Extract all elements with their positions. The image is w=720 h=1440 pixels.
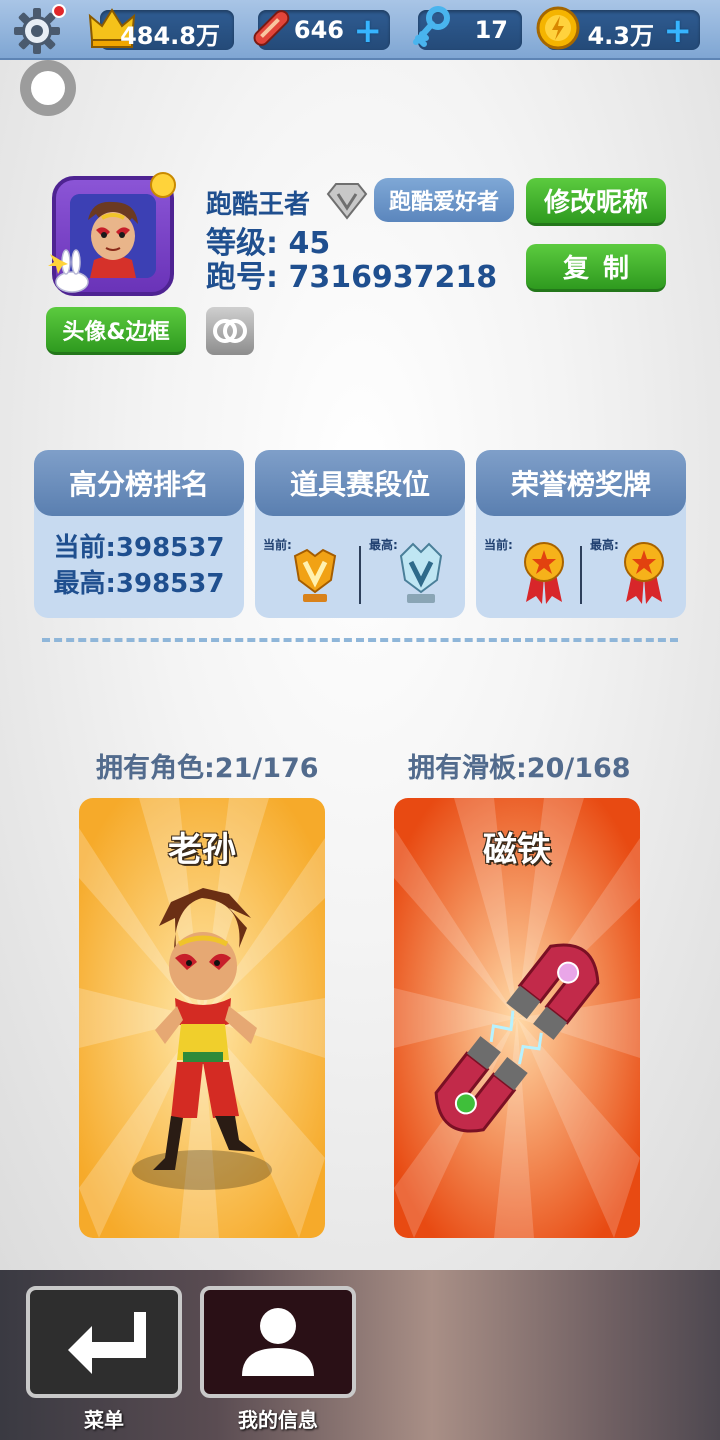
card-title: 高分榜排名 [34, 450, 244, 516]
character-card[interactable]: 老孙 [79, 798, 325, 1238]
silver-tier-trophy-icon [399, 542, 443, 603]
owned-boards-count: 拥有滑板:20/168 [408, 753, 631, 784]
card-title: 荣誉榜奖牌 [476, 450, 686, 516]
return-arrow-icon [68, 1312, 146, 1374]
key-icon [413, 6, 450, 47]
add-skateboard-button[interactable]: + [354, 11, 383, 51]
crown-counter: 484.8万 [88, 8, 234, 50]
my-info-button[interactable] [200, 1286, 356, 1398]
card-title: 道具赛段位 [255, 450, 465, 516]
menu-label: 菜单 [84, 1408, 124, 1432]
skateboard-card[interactable]: 磁铁 [394, 798, 640, 1238]
gold-tier-trophy-icon [293, 548, 337, 602]
user-icon [242, 1308, 314, 1376]
crown-value: 484.8万 [120, 22, 220, 50]
coin-counter: 4.3万 + [536, 6, 700, 51]
key-counter: 17 [413, 6, 522, 50]
rename-button[interactable]: 修改昵称 [526, 178, 666, 226]
currency-bar: 484.8万 646 + 17 4.3万 + [0, 0, 720, 60]
skateboard-value: 646 [293, 16, 344, 44]
gold-medal-icon [524, 542, 564, 604]
avatar-frame-button[interactable]: 头像&边框 [46, 307, 186, 355]
rings-button[interactable] [206, 307, 254, 355]
notification-dot [52, 4, 66, 18]
gold-medal-best-icon [624, 542, 664, 604]
nickname: 跑酷王者 [206, 190, 311, 220]
avatar-frame[interactable] [48, 172, 176, 296]
key-value: 17 [474, 16, 508, 44]
section-divider [42, 638, 678, 642]
current-rank: 当前:398537 [53, 533, 225, 563]
divider [359, 546, 361, 604]
best-rank: 最高:398537 [53, 569, 225, 599]
character-name: 老孙 [168, 830, 236, 870]
bottom-nav: 菜单 我的信息 [0, 1270, 720, 1440]
copy-id-button[interactable]: 复制 [526, 244, 666, 292]
add-coin-button[interactable]: + [664, 11, 693, 51]
best-label: 最高: [590, 538, 619, 552]
player-id: 跑号: 7316937218 [206, 260, 498, 295]
rabbit-icon [48, 249, 89, 293]
highscore-rank-card[interactable]: 高分榜排名 当前:398537 最高:398537 [34, 450, 244, 618]
current-label: 当前: [484, 538, 513, 552]
menu-button[interactable] [26, 1286, 182, 1398]
board-name: 磁铁 [483, 830, 551, 870]
coin-value: 4.3万 [587, 22, 654, 50]
rings-icon [213, 319, 247, 343]
honor-medal-card[interactable]: 荣誉榜奖牌 当前: 最高: [476, 450, 686, 618]
diamond-rank-icon [326, 183, 368, 220]
title-badge[interactable]: 跑酷爱好者 [374, 178, 514, 222]
divider [580, 546, 582, 604]
owned-characters-count: 拥有角色:21/176 [96, 753, 319, 784]
my-info-label: 我的信息 [238, 1408, 318, 1432]
skateboard-counter: 646 + [253, 10, 390, 51]
item-race-tier-card[interactable]: 道具赛段位 当前: 最高: [255, 450, 465, 618]
gold-orb-icon [150, 172, 176, 198]
skateboard-icon [253, 10, 290, 46]
coin-icon [536, 6, 580, 50]
toggle-circle-button[interactable] [20, 60, 76, 116]
